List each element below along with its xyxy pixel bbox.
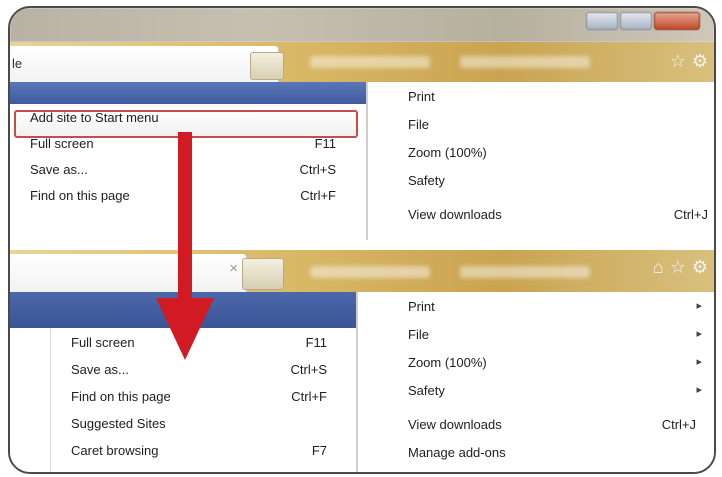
menu-item-label: Zoom (100%) bbox=[408, 145, 487, 160]
menu-item-safety[interactable]: Safety ▸ bbox=[358, 376, 714, 404]
menu-item-file[interactable]: File bbox=[368, 110, 714, 138]
minimize-button[interactable] bbox=[586, 12, 618, 30]
close-window-button[interactable] bbox=[654, 12, 700, 30]
menu-item-label: View downloads bbox=[408, 417, 502, 432]
menu-item-label: Safety bbox=[408, 173, 445, 188]
menu-item-safety[interactable]: Safety bbox=[368, 166, 714, 194]
menu-item-shortcut: Ctrl+F bbox=[291, 389, 327, 404]
menu-item-label: Add site to Start menu bbox=[30, 110, 159, 125]
tools-menu: Print ▸ File ▸ Zoom (100%) ▸ Safety ▸ Vi… bbox=[356, 292, 714, 472]
star-icon[interactable]: ☆ bbox=[670, 52, 686, 70]
tab-close-icon[interactable]: × bbox=[229, 260, 238, 277]
menu-item-zoom[interactable]: Zoom (100%) bbox=[368, 138, 714, 166]
menu-item-shortcut: Ctrl+S bbox=[290, 362, 327, 377]
toolbar-icons: ⌂ ☆ ⚙ bbox=[653, 258, 708, 276]
tab-title: le bbox=[12, 56, 23, 71]
browser-tab[interactable]: le × bbox=[10, 46, 279, 82]
gear-icon[interactable]: ⚙ bbox=[692, 258, 708, 276]
maximize-button[interactable] bbox=[620, 12, 652, 30]
menu-item-label: File bbox=[408, 327, 429, 342]
menu-item-label: Print bbox=[408, 299, 435, 314]
menu-item-label: View downloads bbox=[408, 207, 502, 222]
star-icon[interactable]: ☆ bbox=[670, 258, 686, 276]
browser-tab[interactable]: × bbox=[10, 254, 247, 292]
menu-item-label: File bbox=[408, 117, 429, 132]
menu-item-label: Suggested Sites bbox=[71, 416, 166, 431]
toolbar-icons: ☆ ⚙ bbox=[670, 52, 708, 70]
menu-item-add-site-to-start[interactable]: Add site to Start menu bbox=[10, 104, 366, 130]
menu-item-shortcut: Ctrl+S bbox=[299, 162, 336, 177]
background-tab[interactable] bbox=[460, 266, 590, 278]
menu-item-file[interactable]: File ▸ bbox=[358, 320, 714, 348]
menu-item-view-downloads[interactable]: View downloads Ctrl+J bbox=[358, 410, 714, 438]
top-panel: le × ☆ ⚙ Add site to Start menu Full scr… bbox=[10, 8, 714, 240]
window-controls bbox=[586, 12, 700, 30]
menu-item-zoom[interactable]: Zoom (100%) ▸ bbox=[358, 348, 714, 376]
menu-item-print[interactable]: Print bbox=[368, 82, 714, 110]
menu-item-shortcut: Ctrl+J bbox=[661, 417, 696, 432]
menu-item-label: Find on this page bbox=[30, 188, 130, 203]
menu-item-label: Manage add-ons bbox=[408, 445, 506, 460]
bottom-panel: × ⌂ ☆ ⚙ Full screen F11 Save as... Ctrl+… bbox=[10, 250, 714, 472]
menu-item-label: Full screen bbox=[30, 136, 94, 151]
chevron-right-icon: ▸ bbox=[696, 384, 702, 396]
menu-item-label: Save as... bbox=[30, 162, 88, 177]
tools-menu: Print File Zoom (100%) Safety View downl… bbox=[366, 82, 714, 240]
menu-item-label: Safety bbox=[408, 383, 445, 398]
menu-item-manage-add-ons[interactable]: Manage add-ons bbox=[358, 438, 714, 466]
background-tab[interactable] bbox=[310, 266, 430, 278]
chevron-right-icon: ▸ bbox=[696, 300, 702, 312]
title-bar bbox=[10, 8, 714, 42]
background-tab[interactable] bbox=[460, 56, 590, 68]
menu-item-shortcut: F11 bbox=[314, 136, 336, 151]
menu-item-shortcut: Ctrl+F bbox=[300, 188, 336, 203]
menu-item-label: Print bbox=[408, 89, 435, 104]
home-icon[interactable]: ⌂ bbox=[653, 258, 664, 276]
new-tab-button[interactable] bbox=[242, 258, 284, 290]
menu-item-view-downloads[interactable]: View downloads Ctrl+J bbox=[368, 200, 714, 228]
chevron-right-icon: ▸ bbox=[696, 328, 702, 340]
menu-item-label: Save as... bbox=[71, 362, 129, 377]
menu-item-suggested-sites[interactable]: Suggested Sites bbox=[51, 409, 357, 436]
menu-item-label: Find on this page bbox=[71, 389, 171, 404]
chevron-right-icon: ▸ bbox=[696, 356, 702, 368]
menu-item-shortcut: F11 bbox=[305, 335, 327, 350]
gear-icon[interactable]: ⚙ bbox=[692, 52, 708, 70]
menu-item-label: Full screen bbox=[71, 335, 135, 350]
tab-strip: × ⌂ ☆ ⚙ bbox=[10, 250, 714, 292]
arrow-head-icon bbox=[156, 298, 214, 360]
menu-item-shortcut: F7 bbox=[311, 443, 327, 458]
menu-item-find-on-page[interactable]: Find on this page Ctrl+F bbox=[51, 382, 357, 409]
tab-strip: le × ☆ ⚙ bbox=[10, 42, 714, 82]
red-arrow-icon bbox=[178, 132, 192, 302]
menu-item-label: Caret browsing bbox=[71, 443, 159, 458]
menu-item-label: Zoom (100%) bbox=[408, 355, 487, 370]
new-tab-button[interactable] bbox=[250, 52, 284, 80]
menu-item-print[interactable]: Print ▸ bbox=[358, 292, 714, 320]
menu-item-caret-browsing[interactable]: Caret browsing F7 bbox=[51, 436, 357, 463]
background-tab[interactable] bbox=[310, 56, 430, 68]
menu-item-shortcut: Ctrl+J bbox=[673, 207, 708, 222]
submenu-header bbox=[10, 82, 366, 104]
screenshot-frame: le × ☆ ⚙ Add site to Start menu Full scr… bbox=[8, 6, 716, 474]
